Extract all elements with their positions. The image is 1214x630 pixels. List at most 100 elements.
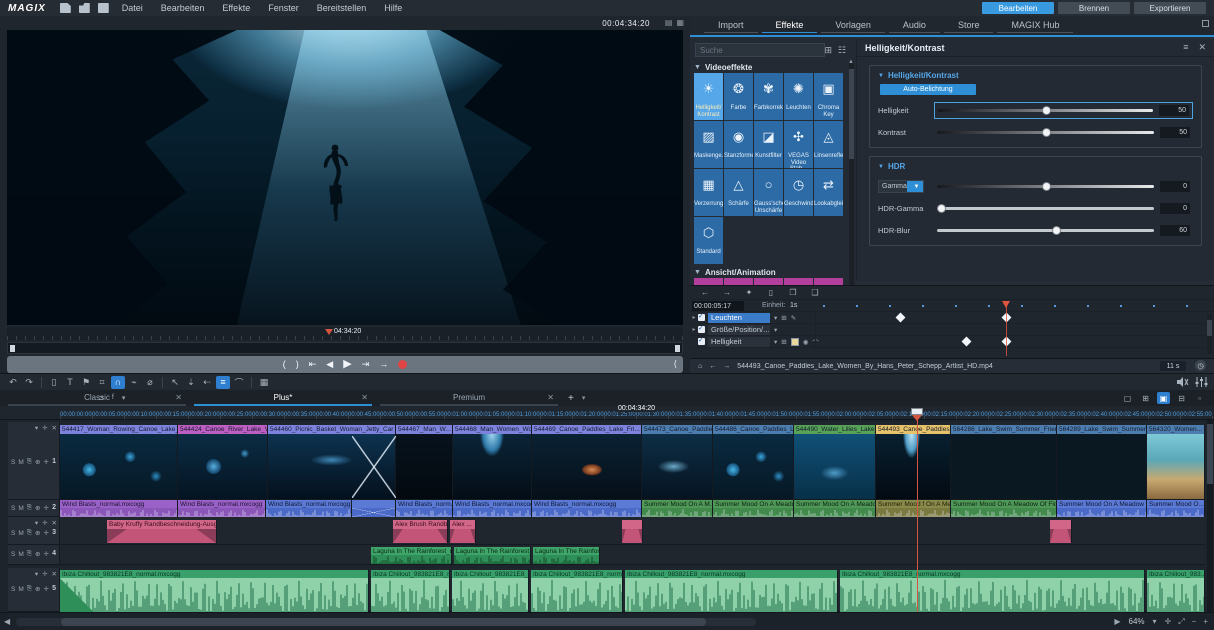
transition-button[interactable]: ✛ (43, 585, 48, 593)
tab-vorlagen[interactable]: Vorlagen (821, 18, 885, 33)
mixer-icon[interactable] (1195, 376, 1208, 388)
fit-view-icon[interactable]: ⤢ (1178, 617, 1184, 627)
slider-value[interactable]: 50 (1159, 105, 1189, 116)
music-clip[interactable]: Ibiza Chillout_983... (1147, 570, 1205, 612)
slider-track[interactable] (938, 109, 1153, 112)
preview-option-icon-1[interactable]: ▤ (665, 18, 673, 27)
grid-icon[interactable]: ▦ (257, 376, 271, 389)
group-title[interactable]: ▼HDR (878, 162, 1193, 171)
audio-clip[interactable]: Wind Blasts_normal.mxcogg (178, 500, 266, 517)
effect-tile-helligkeit-kontrast[interactable]: ☀Helligkeit/ Kontrast (694, 73, 723, 120)
effect-tile-vegas-video-stab-[interactable]: ✣VEGAS Video Stab... (784, 121, 813, 168)
audio-clip[interactable]: Summer Mood On A Meadow... (794, 500, 876, 517)
menu-effekte[interactable]: Effekte (222, 3, 250, 13)
jump-start-button[interactable]: ⇤ (309, 360, 317, 369)
keyframe-lane[interactable] (815, 312, 1200, 324)
record-button[interactable] (398, 360, 407, 369)
parameter-name[interactable]: Größe/Position/... (708, 325, 770, 335)
slider-track[interactable] (937, 207, 1154, 210)
curve-button[interactable]: ⎘ (27, 504, 32, 512)
tab-magix-hub[interactable]: MAGIX Hub (997, 18, 1073, 33)
link-icon[interactable]: ⌁ (127, 376, 141, 389)
video-clip[interactable]: 564320_Women... (1147, 425, 1205, 499)
unit-value[interactable]: 1s (790, 302, 797, 309)
auto-exposure-button[interactable]: Auto-Belichtung (880, 84, 976, 95)
prev-keyframe-icon[interactable]: ← (698, 286, 712, 299)
marker-icon[interactable]: ⚑ (79, 376, 93, 389)
delete-icon[interactable]: ▯ (47, 376, 61, 389)
fx-button[interactable]: ⊕ (35, 504, 40, 512)
video-clip[interactable]: 564286_Lake_Swim_Summer_Friends_B (951, 425, 1057, 499)
curve-button[interactable]: ⎘ (27, 529, 32, 537)
range-end-handle[interactable] (675, 345, 680, 352)
menu-datei[interactable]: Datei (122, 3, 143, 13)
keyframe-row-leuchten[interactable]: ▸Leuchten▾⊞✎ (690, 312, 1214, 324)
effect-tile-gauss-sche-unschärfe[interactable]: ○Gauss'sche Unschärfe (754, 169, 783, 216)
timeline-tab-plus[interactable]: Plus*✕ (194, 390, 372, 406)
effect-tile-lookabglei-[interactable]: ⇄Lookabglei... (814, 169, 843, 216)
save-project-icon[interactable] (98, 3, 109, 13)
section-header-ansicht-animation[interactable]: ▼Ansicht/Animation (694, 266, 846, 278)
curve-button[interactable]: ⎘ (27, 458, 32, 466)
checkbox[interactable] (698, 314, 705, 321)
tab-dropdown-icon[interactable]: ▾ (582, 394, 586, 402)
keyframe-diamond[interactable] (1002, 337, 1012, 347)
music-clip[interactable]: Ibiza Chillout_983821E8_normal... (531, 570, 623, 612)
jump-end-button[interactable]: → (379, 360, 388, 369)
filter-icon[interactable]: ☷ (838, 45, 846, 56)
preview-ruler[interactable]: 04:34:20 (7, 327, 683, 340)
control-icon[interactable]: ▾ (774, 326, 777, 334)
audio-clip[interactable]: Summer Mood On A Meadow Lif... (1057, 500, 1147, 517)
slider-track[interactable] (937, 229, 1154, 232)
transition-button[interactable]: ✛ (43, 550, 48, 558)
effect-tile-stanzformen[interactable]: ◉Stanzformen (724, 121, 753, 168)
razor-icon[interactable]: ⌗ (95, 376, 109, 389)
parameter-name[interactable]: Helligkeit (708, 337, 770, 347)
mode-button-brennen[interactable]: Brennen (1058, 2, 1130, 14)
effect-tile-leuchten[interactable]: ✺Leuchten (784, 73, 813, 120)
solo-button[interactable]: S (11, 505, 15, 512)
tab-audio[interactable]: Audio (889, 18, 940, 33)
mouse-mode-2-icon[interactable]: ⇣ (184, 376, 198, 389)
scroll-up-icon[interactable]: ▲ (848, 59, 854, 65)
scrollbar-thumb[interactable] (1207, 320, 1212, 336)
effect-tile-schärfe[interactable]: △Schärfe (724, 169, 753, 216)
chevron-down-icon[interactable]: ▼ (907, 181, 923, 192)
next-frame-button[interactable]: ⇥ (362, 360, 370, 369)
timeline-view-icon[interactable]: ▣ (1157, 392, 1170, 404)
close-tab-icon[interactable]: ✕ (361, 393, 368, 402)
color-swatch[interactable] (791, 338, 799, 346)
undo-icon[interactable]: ↶ (6, 376, 20, 389)
transport-extra-icon[interactable]: ⟨ (673, 359, 677, 370)
mouse-mode-icon[interactable]: ↖ (168, 376, 182, 389)
title-icon[interactable]: T (63, 376, 77, 389)
close-icon[interactable]: ✕ (1198, 42, 1206, 53)
slider-track[interactable] (937, 131, 1154, 134)
effects-search-input[interactable]: Suche (695, 43, 825, 57)
expander-icon[interactable]: ▸ (690, 326, 698, 333)
title-clip[interactable]: Alex ... (450, 520, 476, 543)
redo-icon[interactable]: ↷ (22, 376, 36, 389)
object-mode-icon[interactable]: ≡ (216, 376, 230, 389)
music-clip[interactable]: Ibiza Chillout_983821E8_n... (452, 570, 529, 612)
video-clip[interactable]: 544490_Water_Lilies_Lake_Li... (794, 425, 876, 499)
keyframe-scrollbar[interactable] (1207, 314, 1212, 354)
control-icon[interactable]: ▾ (774, 338, 777, 346)
effect-tile-geschwind-[interactable]: ◷Geschwind... (784, 169, 813, 216)
video-monitor[interactable] (7, 30, 683, 325)
video-clip[interactable]: 564289_Lake_Swim_Summer_Fr... (1057, 425, 1147, 499)
effect-tile-verzerrung[interactable]: ▦Verzerrung (694, 169, 723, 216)
timeline-tab-premium[interactable]: Premium✕ (380, 390, 558, 406)
preview-playhead-marker[interactable]: 04:34:20 (325, 328, 361, 335)
monitor-view-icon[interactable]: ▢ (1121, 392, 1134, 404)
unlink-icon[interactable]: ⌀ (143, 376, 157, 389)
video-clip[interactable]: 544469_Canoe_Paddles_Lake_Fri... (532, 425, 642, 499)
effect-tile-maskenge-[interactable]: ▨Maskenge... (694, 121, 723, 168)
group-move-icon[interactable]: ✛ (42, 424, 47, 432)
scrollbar-thumb[interactable] (1207, 424, 1213, 484)
multicam-view-icon[interactable]: ▫ (1193, 392, 1206, 404)
group-move-icon[interactable]: ✛ (42, 519, 47, 527)
keyframe-row-helligkeit[interactable]: Helligkeit▾⊞◉⌒ (690, 336, 1214, 348)
timeline-scrollbar[interactable] (1207, 420, 1213, 612)
paste-keyframe-icon[interactable]: ❑ (808, 286, 822, 299)
